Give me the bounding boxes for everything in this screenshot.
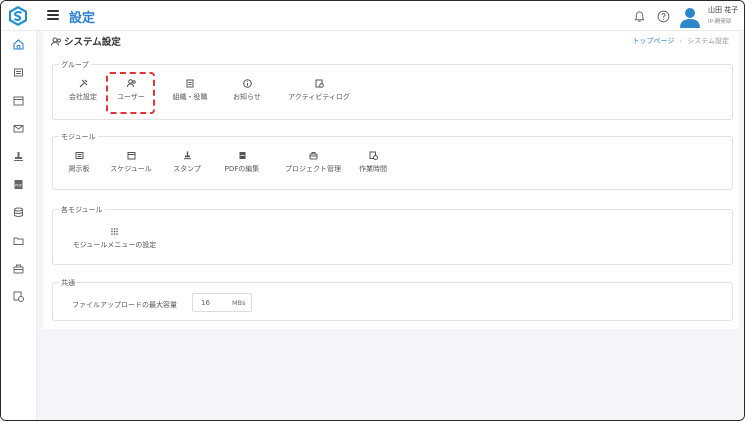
bulletin-board-icon[interactable] xyxy=(12,66,25,79)
activity-log-label: アクティビティログ xyxy=(288,93,350,101)
module-section-label: モジュール xyxy=(59,132,98,142)
user-name[interactable]: 山田 花子 xyxy=(708,5,738,15)
page-title: システム設定 xyxy=(64,37,121,48)
pdf-edit-label: PDFの編集 xyxy=(224,165,260,173)
common-section-label: 共通 xyxy=(59,278,77,288)
org-icon xyxy=(186,79,193,88)
log-icon xyxy=(315,79,324,88)
work-time-button[interactable]: 作業時間 xyxy=(338,151,408,174)
group-section-label: グループ xyxy=(59,60,91,70)
module-menu-settings-label: モジュールメニューの設定 xyxy=(72,241,157,249)
menu-toggle-icon[interactable] xyxy=(47,10,59,20)
stamp-icon[interactable] xyxy=(12,150,25,163)
app-logo-icon[interactable] xyxy=(7,5,29,27)
stamp-icon xyxy=(183,151,191,160)
activity-log-button[interactable]: アクティビティログ xyxy=(279,79,359,102)
top-bar: 設定 山田 花子 IP-開発部 xyxy=(1,1,744,31)
app-title: 設定 xyxy=(69,11,96,26)
avatar[interactable] xyxy=(679,6,701,28)
sidebar: PDF xyxy=(1,31,37,420)
notices-button[interactable]: お知らせ xyxy=(212,79,282,102)
project-icon[interactable] xyxy=(12,262,25,275)
max-upload-size-input[interactable] xyxy=(201,297,223,309)
pdf-icon[interactable]: PDF xyxy=(12,178,25,191)
work-time-label: 作業時間 xyxy=(359,165,387,173)
users-icon xyxy=(51,37,61,46)
tools-icon xyxy=(79,79,87,88)
max-upload-size-unit: MBs xyxy=(232,299,246,307)
app-window: 設定 山田 花子 IP-開発部 PDF システム設定 トップページ › システム… xyxy=(0,0,745,421)
module-section: モジュール 掲示板 スケジュール スタンプ PDFの編集 プロジェクト管理 作業… xyxy=(52,132,733,190)
max-upload-size-label: ファイルアップロードの最大容量 xyxy=(72,301,177,309)
users-highlight-box xyxy=(106,72,155,114)
max-upload-size-field[interactable]: MBs xyxy=(192,293,252,312)
svg-text:PDF: PDF xyxy=(15,184,22,188)
notices-label: お知らせ xyxy=(233,93,261,101)
info-icon xyxy=(242,79,252,88)
breadcrumb-current: システム設定 xyxy=(687,37,729,45)
bell-icon[interactable] xyxy=(633,10,646,23)
breadcrumb-home-link[interactable]: トップページ xyxy=(633,37,675,45)
calendar-icon[interactable] xyxy=(12,94,25,107)
module-menu-settings-button[interactable]: モジュールメニューの設定 xyxy=(67,227,162,250)
board-icon xyxy=(75,152,83,159)
worktime-icon xyxy=(369,151,378,160)
pdf-edit-button[interactable]: PDFの編集 xyxy=(207,151,277,174)
folder-icon[interactable] xyxy=(12,234,25,247)
user-department: IP-開発部 xyxy=(708,19,732,25)
project-icon xyxy=(309,152,317,160)
database-icon[interactable] xyxy=(12,206,25,219)
pdf-icon xyxy=(239,152,245,159)
each-module-section-label: 各モジュール xyxy=(59,205,105,215)
help-icon[interactable] xyxy=(657,10,670,23)
mail-icon[interactable] xyxy=(12,122,25,135)
common-section: 共通 ファイルアップロードの最大容量 MBs xyxy=(52,278,733,321)
breadcrumb: トップページ › システム設定 xyxy=(633,36,729,46)
home-icon[interactable] xyxy=(12,38,25,51)
breadcrumb-separator: › xyxy=(679,37,683,45)
worktime-icon[interactable] xyxy=(12,290,25,303)
calendar-icon xyxy=(127,152,135,160)
each-module-section: 各モジュール モジュールメニューの設定 xyxy=(52,205,733,265)
grid-icon xyxy=(111,228,118,235)
